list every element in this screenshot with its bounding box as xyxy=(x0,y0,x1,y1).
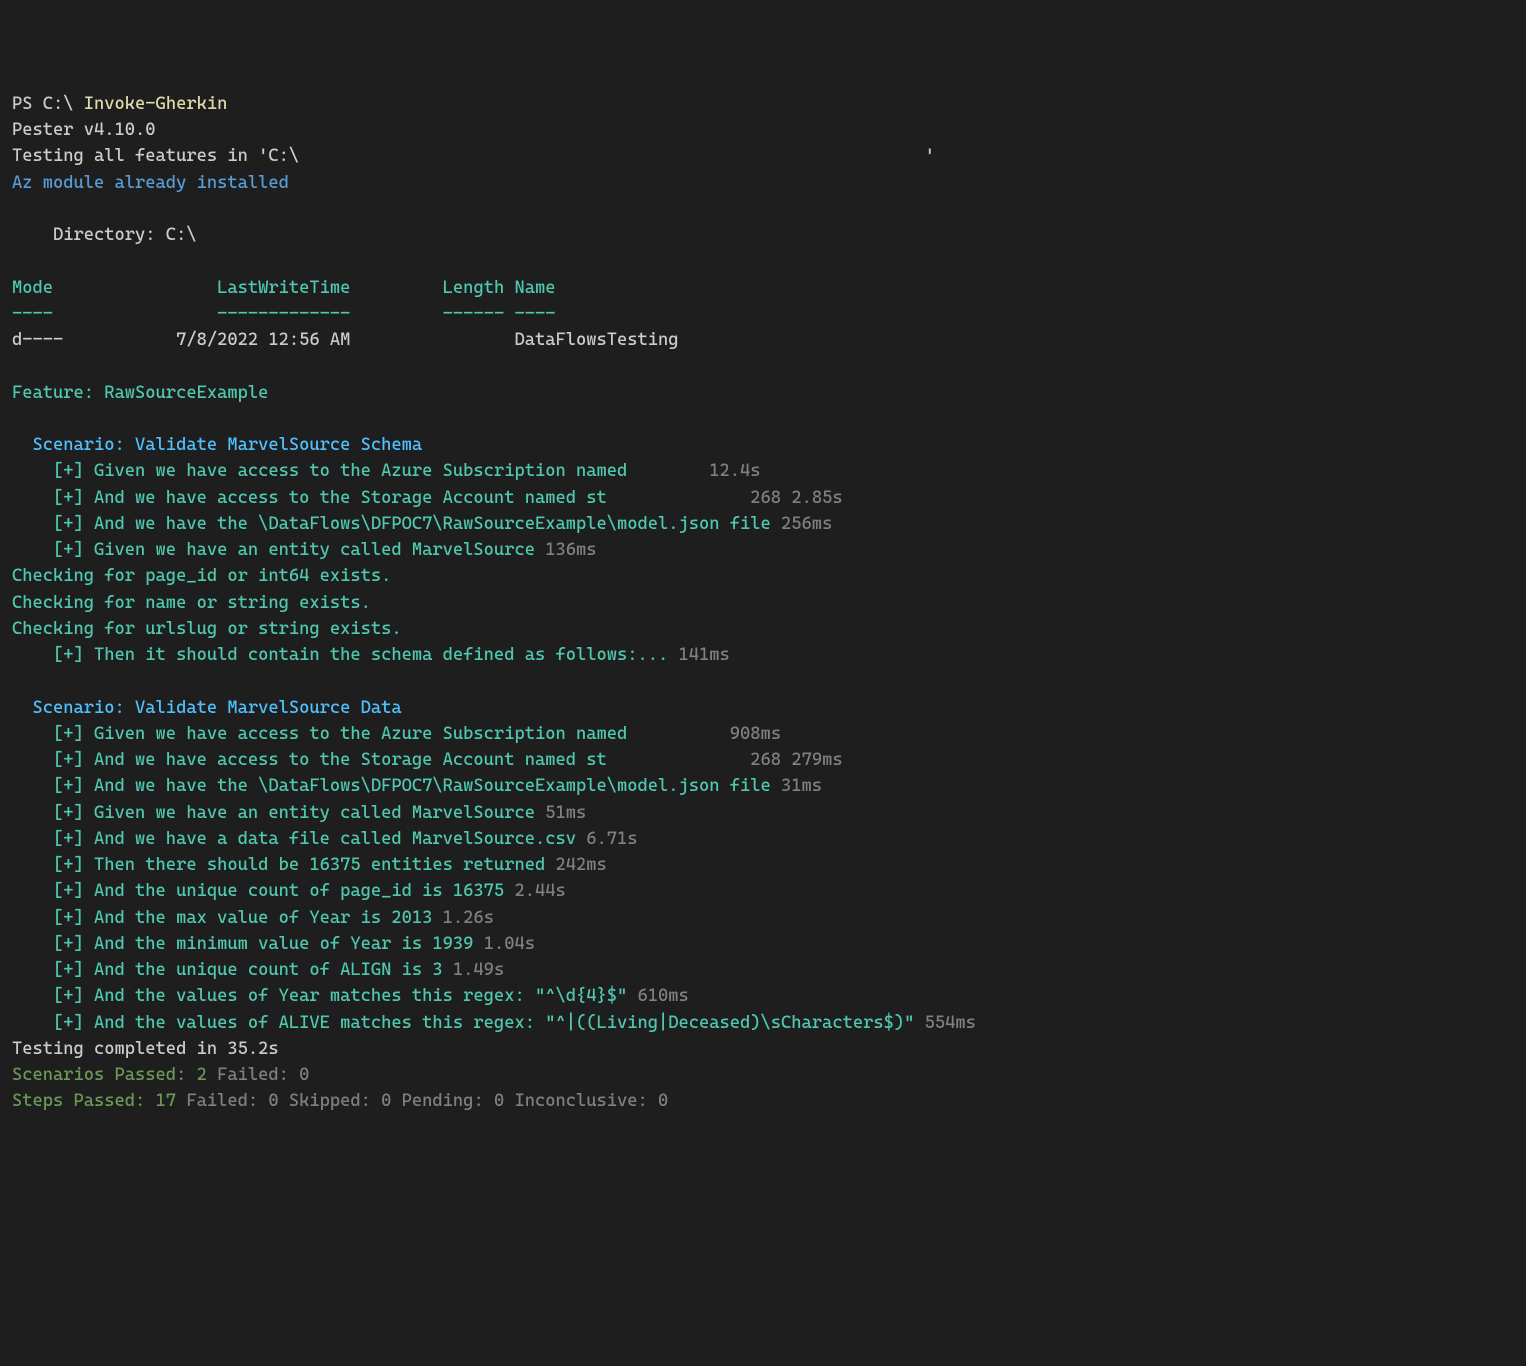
step-time: 141ms xyxy=(679,645,730,665)
check-line: Checking for urlslug or string exists. xyxy=(12,619,402,639)
step-text: [+] And the minimum value of Year is 193… xyxy=(12,934,484,954)
output-line: d---- 7/8/2022 12:56 AM DataFlowsTesting xyxy=(12,327,1514,353)
step-text: [+] And we have the \DataFlows\DFPOC7\Ra… xyxy=(12,776,781,796)
terminal-output: PS C:\ Invoke-Gherkin Pester v4.10.0 Testi… xyxy=(12,91,1514,1115)
output-line: [+] And we have the \DataFlows\DFPOC7\Ra… xyxy=(12,773,1514,799)
step-text: [+] And the values of ALIVE matches this… xyxy=(12,1013,925,1033)
scenario-title: Scenario: Validate MarvelSource Schema xyxy=(12,435,422,455)
directory-label: Directory: C:\ xyxy=(12,225,197,245)
output-line: Scenario: Validate MarvelSource Data xyxy=(12,695,1514,721)
step-text: [+] Given we have access to the Azure Su… xyxy=(12,461,638,481)
step-text: [+] And we have access to the Storage Ac… xyxy=(12,488,607,508)
pester-version: Pester v4.10.0 xyxy=(12,120,156,140)
scenarios-failed: Failed: 0 xyxy=(217,1065,309,1085)
step-time: 51ms xyxy=(545,803,586,823)
step-time: 136ms xyxy=(545,540,596,560)
output-line: [+] Given we have an entity called Marve… xyxy=(12,537,1514,563)
command: Invoke-Gherkin xyxy=(84,94,228,114)
scenario-title: Scenario: Validate MarvelSource Data xyxy=(12,698,402,718)
step-text: [+] And the max value of Year is 2013 xyxy=(12,908,443,928)
output-line: Checking for name or string exists. xyxy=(12,590,1514,616)
output-line: Mode LastWriteTime Length Name xyxy=(12,275,1514,301)
testing-path: Testing all features in 'C:\ xyxy=(12,146,299,166)
step-text: [+] Then it should contain the schema de… xyxy=(12,645,679,665)
blank-line xyxy=(12,353,1514,379)
step-time: 12.4s xyxy=(709,461,760,481)
step-time: 1.26s xyxy=(443,908,494,928)
output-line: PS C:\ Invoke-Gherkin xyxy=(12,91,1514,117)
dir-name: DataFlowsTesting xyxy=(504,330,678,350)
output-line: [+] And the unique count of page_id is 1… xyxy=(12,878,1514,904)
output-line: [+] And we have a data file called Marve… xyxy=(12,826,1514,852)
output-line: [+] And the values of ALIVE matches this… xyxy=(12,1010,1514,1036)
output-line: Feature: RawSourceExample xyxy=(12,380,1514,406)
step-time: 1.49s xyxy=(453,960,504,980)
steps-passed: Steps Passed: 17 xyxy=(12,1091,186,1111)
output-line: Scenarios Passed: 2 Failed: 0 xyxy=(12,1062,1514,1088)
step-text: [+] And the values of Year matches this … xyxy=(12,986,638,1006)
blank-line xyxy=(12,196,1514,222)
output-line: [+] And we have access to the Storage Ac… xyxy=(12,747,1514,773)
blank-line xyxy=(12,248,1514,274)
step-time: 268 279ms xyxy=(750,750,842,770)
output-line: [+] And we have the \DataFlows\DFPOC7\Ra… xyxy=(12,511,1514,537)
output-line: Pester v4.10.0 xyxy=(12,117,1514,143)
col-mode: Mode xyxy=(12,278,186,298)
step-text: [+] Given we have an entity called Marve… xyxy=(12,803,545,823)
output-line: [+] And we have access to the Storage Ac… xyxy=(12,485,1514,511)
output-line: Testing completed in 35.2s xyxy=(12,1036,1514,1062)
output-line: [+] Then it should contain the schema de… xyxy=(12,642,1514,668)
summary-completed: Testing completed in 35.2s xyxy=(12,1039,279,1059)
step-time: 31ms xyxy=(781,776,822,796)
check-line: Checking for name or string exists. xyxy=(12,593,371,613)
output-line: [+] And the values of Year matches this … xyxy=(12,983,1514,1009)
step-time: 6.71s xyxy=(586,829,637,849)
blank-line xyxy=(12,406,1514,432)
output-line: [+] Given we have access to the Azure Su… xyxy=(12,458,1514,484)
output-line: Scenario: Validate MarvelSource Schema xyxy=(12,432,1514,458)
output-line: Steps Passed: 17 Failed: 0 Skipped: 0 Pe… xyxy=(12,1088,1514,1114)
step-time: 256ms xyxy=(781,514,832,534)
output-line: Directory: C:\ xyxy=(12,222,1514,248)
dir-mode: d---- xyxy=(12,330,176,350)
step-text: [+] Given we have access to the Azure Su… xyxy=(12,724,638,744)
output-line: [+] And the unique count of ALIGN is 3 1… xyxy=(12,957,1514,983)
blank-line xyxy=(12,668,1514,694)
step-text: [+] And the unique count of page_id is 1… xyxy=(12,881,514,901)
step-text: [+] And we have access to the Storage Ac… xyxy=(12,750,607,770)
prompt: PS C:\ xyxy=(12,94,84,114)
step-time: 242ms xyxy=(555,855,606,875)
step-time: 2.44s xyxy=(514,881,565,901)
step-text: [+] And we have the \DataFlows\DFPOC7\Ra… xyxy=(12,514,781,534)
steps-failed: Failed: 0 Skipped: 0 Pending: 0 Inconclu… xyxy=(186,1091,668,1111)
step-text: [+] And we have a data file called Marve… xyxy=(12,829,586,849)
output-line: [+] Given we have an entity called Marve… xyxy=(12,800,1514,826)
output-line: ---- ------------- ------ ---- xyxy=(12,301,1514,327)
step-text: [+] Then there should be 16375 entities … xyxy=(12,855,555,875)
output-line: Checking for urlslug or string exists. xyxy=(12,616,1514,642)
output-line: [+] And the max value of Year is 2013 1.… xyxy=(12,905,1514,931)
output-line: Checking for page_id or int64 exists. xyxy=(12,563,1514,589)
col-lwt: LastWriteTime xyxy=(186,278,350,298)
step-time: 908ms xyxy=(730,724,781,744)
output-line: Az module already installed xyxy=(12,170,1514,196)
step-text: [+] And the unique count of ALIGN is 3 xyxy=(12,960,453,980)
output-line: [+] Given we have access to the Azure Su… xyxy=(12,721,1514,747)
az-status: Az module already installed xyxy=(12,173,289,193)
check-line: Checking for page_id or int64 exists. xyxy=(12,566,391,586)
output-line: [+] And the minimum value of Year is 193… xyxy=(12,931,1514,957)
step-time: 554ms xyxy=(925,1013,976,1033)
step-time: 610ms xyxy=(638,986,689,1006)
step-text: [+] Given we have an entity called Marve… xyxy=(12,540,545,560)
output-line: [+] Then there should be 16375 entities … xyxy=(12,852,1514,878)
step-time: 1.04s xyxy=(484,934,535,954)
col-name: Name xyxy=(504,278,555,298)
output-line: Testing all features in 'C:\ ' xyxy=(12,143,1514,169)
dir-date: 7/8/2022 12:56 AM xyxy=(176,330,350,350)
step-time: 268 2.85s xyxy=(750,488,842,508)
scenarios-passed: Scenarios Passed: 2 xyxy=(12,1065,217,1085)
col-length: Length xyxy=(350,278,504,298)
feature-title: Feature: RawSourceExample xyxy=(12,383,268,403)
